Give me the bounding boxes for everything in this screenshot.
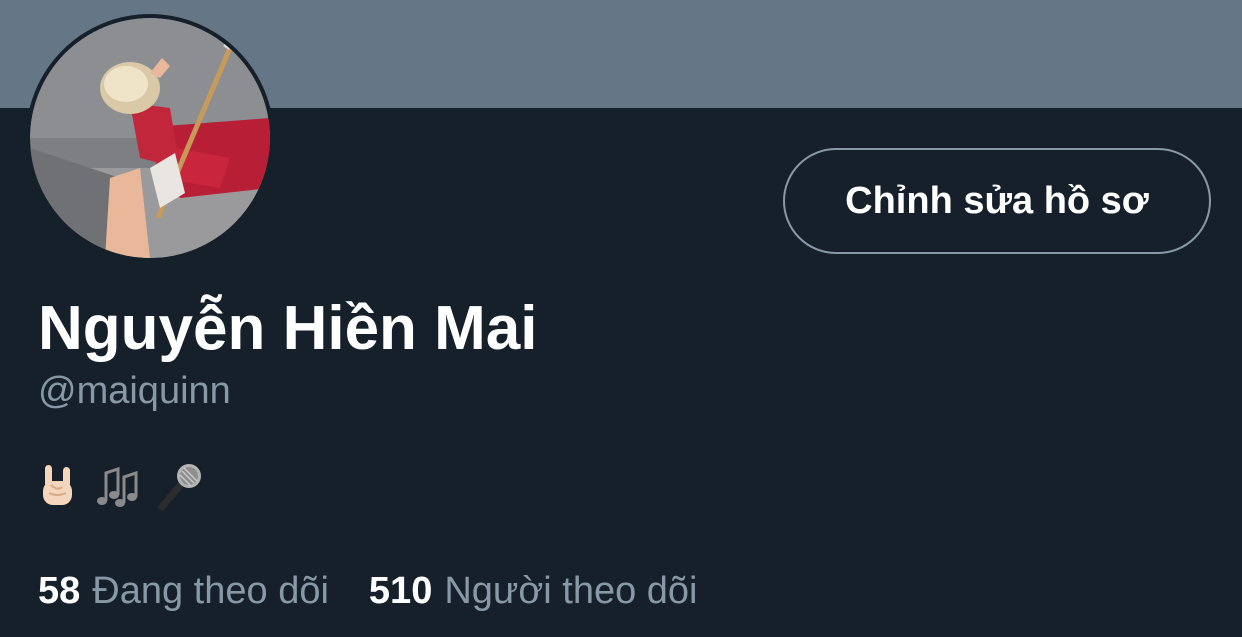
display-name: Nguyễn Hiền Mai: [38, 294, 538, 363]
sign-of-the-horns-icon: [43, 465, 72, 505]
username-handle: @maiquinn: [38, 370, 231, 412]
edit-profile-button[interactable]: Chỉnh sửa hồ sơ: [783, 148, 1211, 254]
avatar[interactable]: [26, 14, 274, 262]
avatar-photo: [30, 18, 270, 258]
following-label: Đang theo dõi: [92, 570, 329, 612]
following-stat[interactable]: 58 Đang theo dõi: [38, 566, 329, 616]
microphone-icon: [158, 464, 201, 511]
following-count: 58: [38, 570, 81, 612]
bio: [38, 458, 206, 514]
musical-notes-icon: [97, 466, 138, 507]
followers-count: 510: [368, 570, 433, 612]
followers-label: Người theo dõi: [444, 570, 698, 612]
followers-stat[interactable]: 510 Người theo dõi: [369, 566, 698, 616]
profile-stats: 58 Đang theo dõi 510 Người theo dõi: [38, 566, 698, 616]
